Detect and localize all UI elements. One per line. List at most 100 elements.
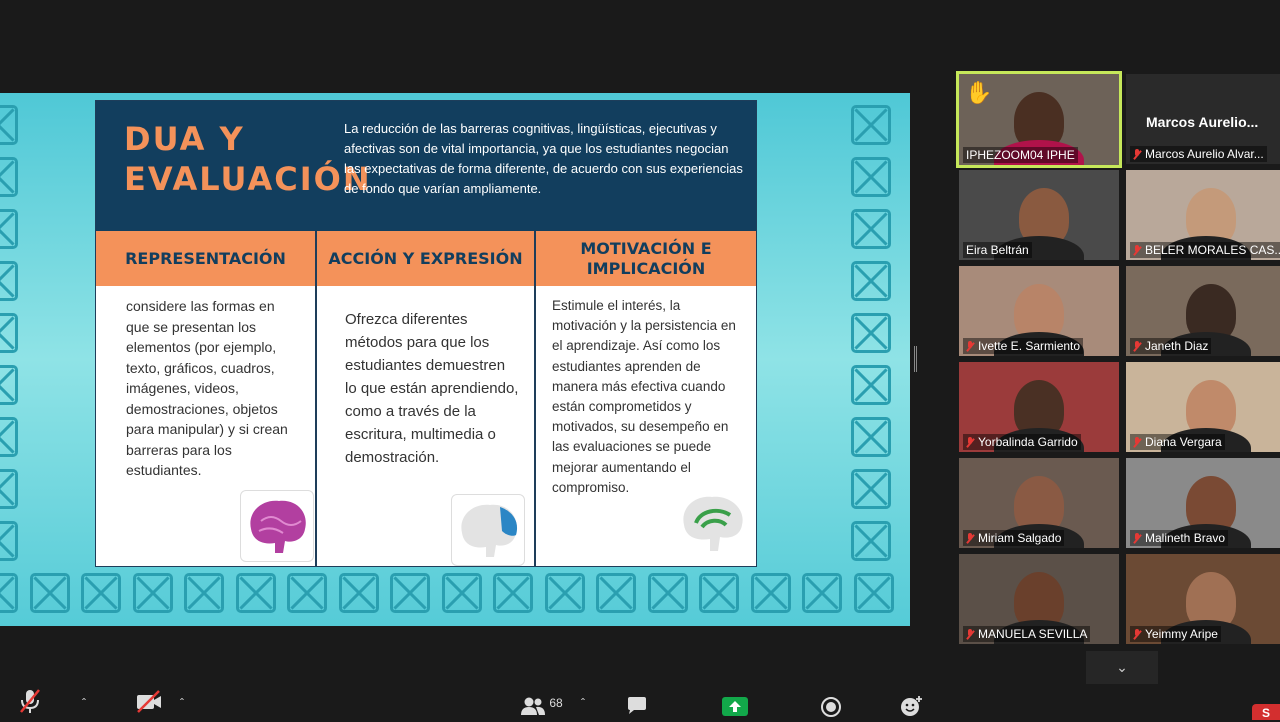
- participant-tile[interactable]: Janeth Diaz: [1126, 266, 1280, 356]
- video-options-caret[interactable]: ˆ: [180, 696, 184, 710]
- participant-tile[interactable]: MANUELA SEVILLA: [959, 554, 1119, 644]
- participant-name-label: Yorbalinda Garrido: [963, 434, 1081, 450]
- muted-mic-icon: [966, 437, 974, 448]
- participant-name-label: Eira Beltrán: [963, 242, 1032, 258]
- pattern-tile-icon: [0, 209, 18, 249]
- pattern-tile-icon: [647, 573, 688, 613]
- pattern-tile-icon: [0, 573, 18, 613]
- pattern-tile-icon: [0, 469, 18, 509]
- participant-tile[interactable]: Miriam Salgado: [959, 458, 1119, 548]
- participant-tile[interactable]: Marcos Aurelio... Marcos Aurelio Alvar...: [1126, 74, 1280, 164]
- shared-screen: DUA Y EVALUACIÓN La reducción de las bar…: [0, 93, 910, 626]
- pattern-tile-icon: [0, 105, 18, 145]
- muted-mic-icon: [1133, 341, 1141, 352]
- pattern-tile-icon: [851, 313, 891, 353]
- brain-blue-icon: [451, 494, 525, 566]
- pattern-tile-icon: [851, 521, 891, 561]
- column-body: considere las formas en que se presentan…: [126, 298, 288, 478]
- participant-tile[interactable]: Yorbalinda Garrido: [959, 362, 1119, 452]
- participant-name-label: Ivette E. Sarmiento: [963, 338, 1084, 354]
- participant-gallery: ✋ IPHEZOOM04 IPHE Marcos Aurelio... Marcos …: [956, 71, 1280, 651]
- reactions-icon: [901, 696, 922, 716]
- chat-icon: [628, 697, 646, 714]
- column-heading: ACCIÓN Y EXPRESIÓN: [317, 231, 534, 286]
- pattern-tile-icon: [81, 573, 121, 613]
- audio-options-caret[interactable]: ˆ: [82, 696, 86, 710]
- muted-mic-icon: [1133, 533, 1141, 544]
- participant-tile[interactable]: Eira Beltrán: [959, 170, 1119, 260]
- pattern-tile-icon: [390, 573, 430, 613]
- microphone-muted-icon: [20, 689, 40, 713]
- column-heading: REPRESENTACIÓN: [96, 231, 315, 286]
- pattern-tile-icon: [0, 261, 18, 301]
- participant-tile[interactable]: BELER MORALES CAS...: [1126, 170, 1280, 260]
- muted-mic-icon: [966, 341, 974, 352]
- split-resize-handle[interactable]: [914, 346, 917, 372]
- participant-name-label: Miriam Salgado: [963, 530, 1065, 546]
- participants-icon: [521, 697, 545, 715]
- pattern-tile-icon: [235, 573, 276, 613]
- participant-tile[interactable]: ✋ IPHEZOOM04 IPHE: [956, 71, 1122, 168]
- participant-name-label: Janeth Diaz: [1130, 338, 1212, 354]
- pattern-tile-icon: [0, 521, 18, 561]
- muted-mic-icon: [966, 533, 974, 544]
- pattern-tile-icon: [132, 573, 173, 613]
- raised-hand-icon: ✋: [965, 80, 993, 105]
- brain-pink-icon: [240, 490, 314, 562]
- pattern-tile-icon: [441, 573, 482, 613]
- pattern-tile-icon: [851, 209, 891, 249]
- column-heading: MOTIVACIÓN E IMPLICACIÓN: [536, 231, 756, 286]
- slide-title: DUA Y EVALUACIÓN: [124, 120, 372, 198]
- pattern-tile-icon: [0, 313, 18, 353]
- participant-name-label: Diana Vergara: [1130, 434, 1225, 450]
- pattern-tile-icon: [184, 573, 224, 613]
- column-body: Ofrezca diferentes métodos para que los …: [345, 311, 519, 466]
- pattern-tile-icon: [853, 573, 894, 613]
- participant-tile[interactable]: Yeimmy Aripe: [1126, 554, 1280, 644]
- pattern-tile-icon: [851, 105, 891, 145]
- share-partial-button[interactable]: S: [1252, 704, 1280, 720]
- muted-mic-icon: [966, 629, 974, 640]
- participant-name-label: IPHEZOOM04 IPHE: [963, 147, 1078, 163]
- chat-button[interactable]: [626, 696, 648, 719]
- pattern-tile-icon: [0, 417, 18, 457]
- participant-name-label: Marcos Aurelio Alvar...: [1130, 146, 1267, 162]
- pattern-tile-icon: [851, 417, 891, 457]
- participant-tile[interactable]: Diana Vergara: [1126, 362, 1280, 452]
- pattern-tile-icon: [851, 365, 891, 405]
- share-screen-icon: [722, 697, 748, 716]
- chevron-down-icon: ⌄: [1116, 659, 1128, 675]
- participant-name-label: Yeimmy Aripe: [1130, 626, 1221, 642]
- presentation-slide: DUA Y EVALUACIÓN La reducción de las bar…: [95, 100, 757, 567]
- column-body: Estimule el interés, la motivación y la …: [552, 298, 736, 495]
- pattern-tile-icon: [29, 573, 70, 613]
- unmute-button[interactable]: [18, 688, 42, 717]
- slide-intro-text: La reducción de las barreras cognitivas,…: [344, 121, 743, 196]
- participant-name-label: MANUELA SEVILLA: [963, 626, 1091, 642]
- record-button[interactable]: [820, 696, 842, 721]
- pattern-tile-icon: [0, 365, 18, 405]
- pattern-tile-icon: [596, 573, 636, 613]
- start-video-button[interactable]: [135, 690, 163, 717]
- meeting-toolbar: ˆ ˆ 68 ˆ S: [0, 688, 1280, 721]
- participant-display-name: Marcos Aurelio...: [1146, 114, 1259, 130]
- participant-tile[interactable]: Malineth Bravo: [1126, 458, 1280, 548]
- pattern-tile-icon: [750, 573, 791, 613]
- pattern-tile-icon: [544, 573, 585, 613]
- muted-mic-icon: [1133, 245, 1141, 256]
- participants-options-caret[interactable]: ˆ: [581, 696, 585, 710]
- participant-tile[interactable]: Ivette E. Sarmiento: [959, 266, 1119, 356]
- share-screen-button[interactable]: [722, 697, 748, 719]
- pattern-tile-icon: [851, 261, 891, 301]
- participants-count: 68: [549, 696, 563, 710]
- gallery-scroll-down-button[interactable]: ⌄: [1086, 651, 1158, 684]
- pattern-tile-icon: [851, 157, 891, 197]
- pattern-tile-icon: [802, 573, 842, 613]
- participant-name-label: Malineth Bravo: [1130, 530, 1229, 546]
- pattern-tile-icon: [699, 573, 739, 613]
- record-icon: [821, 697, 841, 717]
- video-off-icon: [137, 690, 161, 713]
- pattern-tile-icon: [851, 469, 891, 509]
- participants-button[interactable]: 68: [520, 696, 563, 716]
- reactions-button[interactable]: [900, 695, 924, 720]
